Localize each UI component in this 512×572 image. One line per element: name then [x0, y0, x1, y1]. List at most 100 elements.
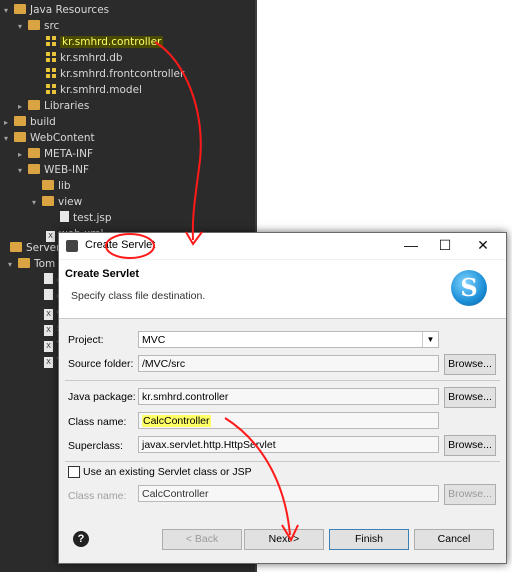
folder-icon: [42, 180, 54, 190]
chevron-right-icon[interactable]: ▸: [4, 115, 14, 131]
xml-icon: X: [44, 309, 53, 320]
create-servlet-dialog: Create Servlet — ☐ ✕ Create Servlet Spec…: [58, 232, 507, 564]
tree-item[interactable]: ▸ build: [4, 114, 56, 130]
chevron-down-icon[interactable]: ▾: [4, 3, 14, 19]
servlet-logo-icon: S: [451, 270, 487, 306]
tree-item[interactable]: ▾ Java Resources: [4, 2, 109, 18]
tree-item-label: Libraries: [44, 100, 90, 112]
folder-icon: [42, 196, 54, 206]
file-icon: [44, 289, 53, 300]
tree-item-label: Java Resources: [30, 4, 110, 16]
chevron-down-icon[interactable]: ▾: [18, 19, 28, 35]
tree-item[interactable]: ▾ WebContent: [4, 130, 95, 146]
tree-item-label: src: [44, 20, 60, 32]
tree-item[interactable]: kr.smhrd.frontcontroller: [36, 66, 184, 82]
file-icon: [60, 211, 69, 222]
tree-item[interactable]: ▾ src: [18, 18, 59, 34]
tree-item[interactable]: ▾ view: [32, 194, 82, 210]
tree-item[interactable]: test.jsp: [50, 210, 112, 226]
tree-item[interactable]: ▾ WEB-INF: [18, 162, 89, 178]
tree-item[interactable]: lib: [32, 178, 71, 194]
wizard-subtitle: Specify class file destination.: [71, 290, 206, 302]
folder-icon: [18, 258, 30, 268]
tree-item-label: kr.smhrd.db: [60, 52, 123, 64]
tree-item-label: build: [30, 116, 56, 128]
package-icon: [46, 68, 56, 78]
browse-existing-button[interactable]: Browse...: [444, 484, 496, 505]
tree-item-label: kr.smhrd.model: [60, 84, 142, 96]
tree-item[interactable]: kr.smhrd.model: [36, 82, 142, 98]
chevron-down-icon[interactable]: ▾: [18, 163, 28, 179]
class-name-value: CalcController: [142, 415, 211, 427]
chevron-down-icon[interactable]: ▾: [8, 257, 18, 273]
project-value: MVC: [142, 334, 166, 346]
source-folder-field[interactable]: /MVC/src: [138, 355, 439, 372]
back-button[interactable]: < Back: [162, 529, 242, 550]
existing-class-label: Class name:: [68, 490, 127, 502]
wizard-banner: S: [439, 260, 506, 318]
dialog-titlebar: Create Servlet — ☐ ✕: [59, 233, 506, 259]
tree-item-label: lib: [58, 180, 71, 192]
xml-icon: X: [44, 325, 53, 336]
browse-package-button[interactable]: Browse...: [444, 387, 496, 408]
chevron-down-icon[interactable]: ▼: [422, 332, 438, 347]
source-folder-label: Source folder:: [68, 358, 134, 370]
tree-item[interactable]: Servers: [0, 240, 66, 256]
tree-item-label: Tom: [34, 258, 56, 270]
eclipse-icon: [66, 240, 78, 252]
tree-item-label: WebContent: [30, 132, 95, 144]
source-separator: [65, 380, 500, 381]
tree-item-label: test.jsp: [73, 212, 112, 224]
tree-item-label: WEB-INF: [44, 164, 89, 176]
project-select[interactable]: MVC ▼: [138, 331, 439, 348]
wizard-title: Create Servlet: [65, 268, 139, 280]
use-existing-label: Use an existing Servlet class or JSP: [83, 466, 252, 478]
folder-icon: [28, 100, 40, 110]
folder-icon: [28, 20, 40, 30]
close-icon[interactable]: ✕: [473, 237, 493, 254]
dialog-window-title: Create Servlet: [85, 239, 156, 251]
tree-item[interactable]: kr.smhrd.controller: [36, 34, 164, 50]
cancel-button[interactable]: Cancel: [414, 529, 494, 550]
tree-item[interactable]: kr.smhrd.db: [36, 50, 123, 66]
header-separator: [59, 318, 506, 319]
wizard-header: Create Servlet Specify class file destin…: [59, 260, 439, 318]
minimize-icon[interactable]: —: [401, 237, 421, 253]
chevron-down-icon[interactable]: ▾: [32, 195, 42, 211]
superclass-label: Superclass:: [68, 440, 123, 452]
next-button[interactable]: Next >: [244, 529, 324, 550]
folder-icon: [14, 116, 26, 126]
file-icon: [44, 273, 53, 284]
chevron-down-icon[interactable]: ▾: [4, 131, 14, 147]
maximize-icon[interactable]: ☐: [435, 237, 455, 254]
folder-icon: [28, 164, 40, 174]
package-icon: [46, 84, 56, 94]
existing-class-field[interactable]: CalcController: [138, 485, 439, 502]
class-name-label: Class name:: [68, 416, 127, 428]
folder-icon: [10, 242, 22, 252]
finish-button[interactable]: Finish: [329, 529, 409, 550]
help-icon[interactable]: ?: [73, 531, 89, 547]
tree-item-label: kr.smhrd.controller: [60, 36, 164, 48]
package-icon: [46, 52, 56, 62]
superclass-separator: [65, 461, 500, 462]
superclass-field[interactable]: javax.servlet.http.HttpServlet: [138, 436, 439, 453]
tree-item-label: kr.smhrd.frontcontroller: [60, 68, 185, 80]
folder-icon: [14, 4, 26, 14]
xml-icon: X: [44, 357, 53, 368]
class-name-field[interactable]: CalcController: [138, 412, 439, 429]
tree-item-label: view: [58, 196, 83, 208]
tree-item[interactable]: ▸ Libraries: [18, 98, 89, 114]
folder-icon: [14, 132, 26, 142]
use-existing-checkbox[interactable]: [68, 466, 80, 478]
browse-superclass-button[interactable]: Browse...: [444, 435, 496, 456]
chevron-right-icon[interactable]: ▸: [18, 99, 28, 115]
java-package-label: Java package:: [68, 391, 136, 403]
tree-item-label: META-INF: [44, 148, 94, 160]
tree-item[interactable]: ▸ META-INF: [18, 146, 93, 162]
chevron-right-icon[interactable]: ▸: [18, 147, 28, 163]
tree-item[interactable]: ▾ Tom: [8, 256, 55, 272]
java-package-field[interactable]: kr.smhrd.controller: [138, 388, 439, 405]
project-label: Project:: [68, 334, 104, 346]
browse-source-button[interactable]: Browse...: [444, 354, 496, 375]
